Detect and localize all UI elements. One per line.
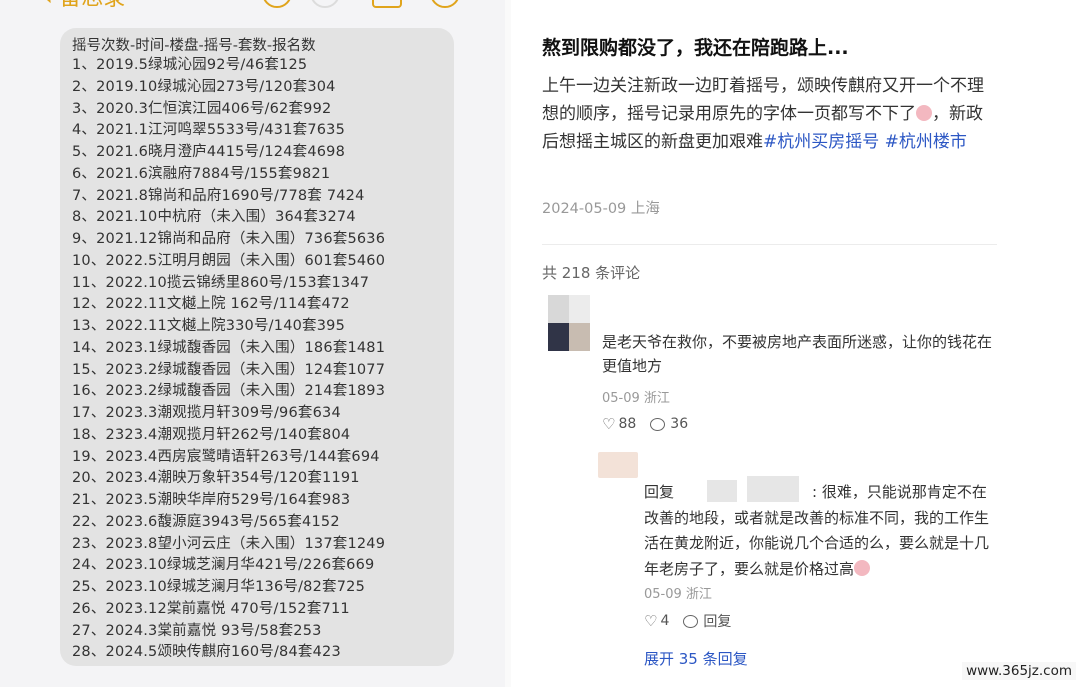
chevron-left-icon: ‹ [42,0,53,10]
emoji-icon [854,559,871,576]
hashtag-link[interactable]: #杭州买房摇号 [763,132,879,152]
more-icon[interactable] [430,0,460,8]
post-location: 上海 [630,201,660,217]
note-line: 2、2019.10绿城沁园273号/120套304 [72,78,336,95]
reply-like-count: 4 [660,613,670,629]
post-title: 熬到限购都没了，我还在陪跑路上... [542,37,849,59]
post-meta: 2024-05-09 上海 [542,197,660,218]
note-line: 12、2022.11文樾上院 162号/114套472 [72,296,350,313]
comment-meta: 05-09 浙江 [602,387,670,406]
hashtag-link[interactable]: #杭州楼市 [885,132,967,152]
comment-bubble-icon[interactable] [683,614,699,628]
note-line: 3、2020.3仁恒滨江园406号/62套992 [72,100,332,117]
comment-date: 05-09 [602,391,640,406]
note-line: 19、2023.4西房宸鹭晴语轩263号/144套694 [72,448,380,465]
comment-bubble-icon[interactable] [650,417,666,431]
comment-text: 是老天爷在救你，不要被房地产表面所迷惑，让你的钱花在更值地方 [602,333,993,375]
reply-location: 浙江 [685,587,712,602]
note-line: 10、2022.5江明月朗园（未入围）601套5460 [72,252,386,269]
note-line: 20、2023.4潮映万象轩354号/120套1191 [72,470,360,487]
reply-text: 回复: 很难，只能说那肯定不在改善的地段，或者就是改善的标准不同，我的工作生活在… [644,480,999,582]
emoji-icon [916,105,932,121]
note-line: 16、2023.2绿城馥香园（未入围）214套1893 [72,383,386,400]
reply-prefix: 回复 [644,483,675,501]
note-line: 28、2024.5颂映传麒府160号/84套423 [72,644,341,661]
note-lines-list: 1、2019.5绿城沁园92号/46套125 2、2019.10绿城沁园273号/… [72,55,385,664]
note-line: 26、2023.12棠前嘉悦 470号/152套711 [72,600,350,617]
reply-count: 36 [670,416,689,432]
watermark: www.365jz.com [962,662,1076,680]
note-line: 18、2323.4潮观揽月轩262号/140套804 [72,426,351,443]
like-count: 88 [618,416,637,432]
comment-location: 浙江 [643,391,670,406]
redo-icon[interactable] [310,0,340,8]
note-line: 8、2021.10中杭府（未入围）364套3274 [72,209,356,226]
note-line: 11、2022.10揽云锦绣里860号/153套1347 [72,274,370,291]
reply-separator: : [812,483,818,501]
note-line: 25、2023.10绿城芝澜月华136号/82套725 [72,579,365,595]
reply-avatar[interactable] [598,452,638,478]
reply-button[interactable]: 回复 [703,611,731,631]
undo-icon[interactable] [262,0,292,8]
avatar[interactable] [548,295,590,351]
notes-app-panel: ‹ 备忘录 摇号次数-时间-楼盘-摇号-套数-报名数 1、2019.5绿城沁园9… [0,0,505,687]
note-line: 15、2023.2绿城馥香园（未入围）124套1077 [72,361,386,378]
note-line: 17、2023.3潮观揽月轩309号/96套634 [72,405,341,421]
share-icon[interactable] [372,0,402,8]
reply-body: 很难，只能说那肯定不在改善的地段，或者就是改善的标准不同，我的工作生活在黄龙附近… [644,483,990,578]
post-body: 上午一边关注新政一边盯着摇号，颂映传麒府又开一个不理想的顺序，摇号记录用原先的字… [542,72,992,156]
notes-toolbar: ‹ 备忘录 [0,0,505,14]
reply-actions: ♡ 4 回复 [644,611,731,631]
note-line: 1、2019.5绿城沁园92号/46套125 [72,57,308,73]
note-line: 21、2023.5潮映华岸府529号/164套983 [72,492,351,508]
comment-count: 共 218 条评论 [542,264,641,282]
expand-replies-link[interactable]: 展开 35 条回复 [644,648,748,669]
note-line: 24、2023.10绿城芝澜月华421号/226套669 [72,557,375,574]
divider [542,244,997,245]
note-line: 22、2023.6馥源庭3943号/565套4152 [72,513,340,530]
back-label: 备忘录 [59,0,125,12]
note-line: 9、2021.12锦尚和品府（未入围）736套5636 [72,231,386,247]
heart-icon[interactable]: ♡ [602,415,615,433]
note-line: 4、2021.1江河鸣翠5533号/431套7635 [72,122,346,139]
reply-date: 05-09 [644,587,682,602]
note-line: 5、2021.6晓月澄庐4415号/124套4698 [72,144,346,160]
post-panel: 熬到限购都没了，我还在陪跑路上... 上午一边关注新政一边盯着摇号，颂映传麒府又… [511,0,1080,687]
note-line: 27、2024.3棠前嘉悦 93号/58套253 [72,622,322,639]
note-line: 13、2022.11文樾上院330号/140套395 [72,318,346,334]
heart-icon[interactable]: ♡ [644,612,657,630]
post-date: 2024-05-09 [542,201,627,217]
back-button[interactable]: ‹ 备忘录 [42,0,125,14]
note-line: 14、2023.1绿城馥香园（未入围）186套1481 [72,339,386,356]
note-line: 7、2021.8锦尚和品府1690号/778套 7424 [72,187,365,204]
note-line: 6、2021.6滨融府7884号/155套9821 [72,165,331,182]
comment-actions: ♡ 88 36 [602,415,688,433]
note-header: 摇号次数-时间-楼盘-摇号-套数-报名数 [72,38,316,54]
reply-meta: 05-09 浙江 [644,583,712,602]
note-line: 23、2023.8望小河云庄（未入围）137套1249 [72,535,386,552]
